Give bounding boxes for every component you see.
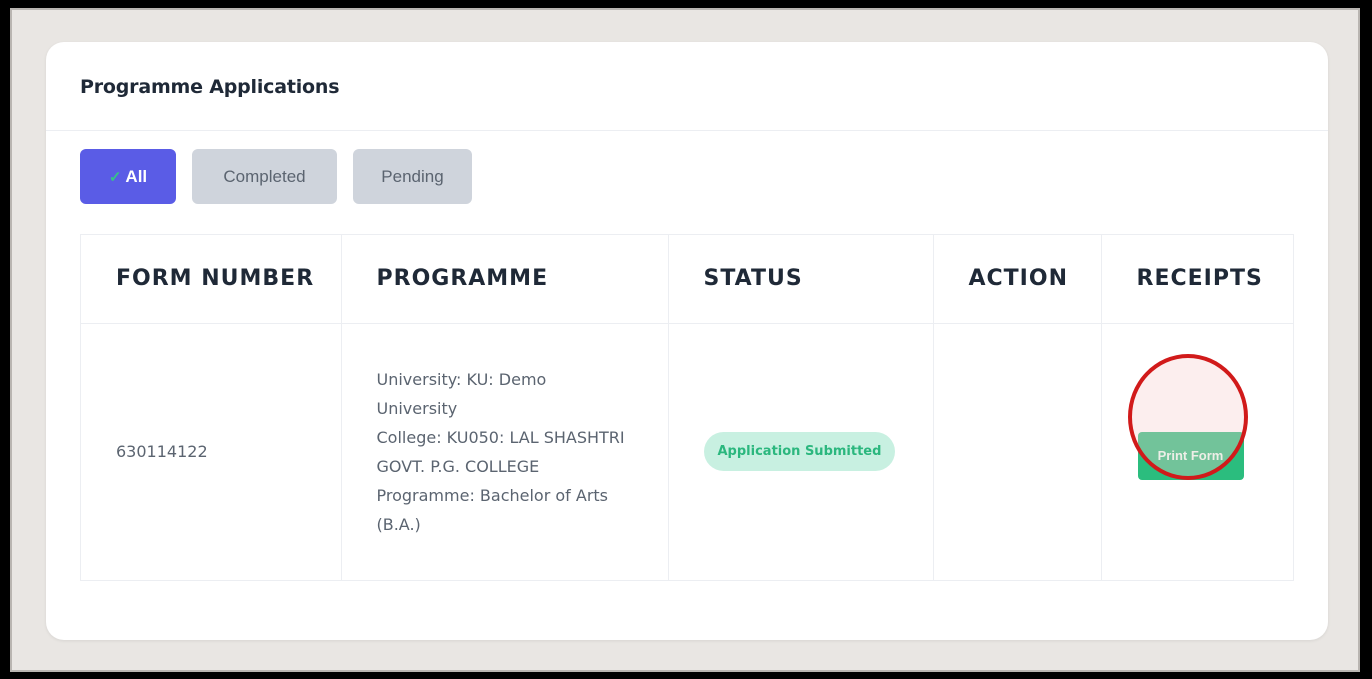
programme-details: University: KU: Demo University College:… <box>377 365 627 539</box>
applications-table: FORM NUMBER PROGRAMME STATUS ACTION RECE… <box>80 234 1294 581</box>
page-title: Programme Applications <box>80 76 340 98</box>
col-form-number: FORM NUMBER <box>81 235 342 323</box>
filter-all-button[interactable]: ✓ All <box>80 149 176 204</box>
screenshot-frame: Programme Applications ✓ All Completed P… <box>10 8 1360 672</box>
col-action: ACTION <box>933 235 1102 323</box>
check-icon: ✓ <box>108 168 122 186</box>
filter-tabs: ✓ All Completed Pending <box>80 149 472 204</box>
action-cell <box>933 323 1102 580</box>
status-badge: Application Submitted <box>703 432 896 472</box>
print-form-button[interactable]: Print Form <box>1137 431 1244 480</box>
table-row: 630114122 University: KU: Demo Universit… <box>81 323 1293 580</box>
programme-name: Programme: Bachelor of Arts (B.A.) <box>376 485 609 534</box>
card-header: Programme Applications <box>46 42 1328 131</box>
status-cell: Application Submitted <box>668 323 934 580</box>
filter-completed-button[interactable]: Completed <box>192 149 337 204</box>
programme-cell: University: KU: Demo University College:… <box>341 323 669 580</box>
filter-pending-label: Pending <box>381 166 444 186</box>
col-receipts: RECEIPTS <box>1136 266 1263 292</box>
receipts-cell: Print Form <box>1101 323 1293 580</box>
col-programme: PROGRAMME <box>341 235 669 323</box>
programme-college: College: KU050: LAL SHASHTRI GOVT. P.G. … <box>376 427 625 476</box>
col-status: STATUS <box>668 235 934 323</box>
applications-card: Programme Applications ✓ All Completed P… <box>46 42 1328 640</box>
filter-pending-button[interactable]: Pending <box>353 149 472 204</box>
table-header-row: FORM NUMBER PROGRAMME STATUS ACTION RECE… <box>81 235 1293 323</box>
form-number-cell: 630114122 <box>81 323 342 580</box>
filter-all-label: All <box>125 166 148 186</box>
programme-university: University: KU: Demo University <box>376 369 547 418</box>
filter-completed-label: Completed <box>223 166 306 186</box>
